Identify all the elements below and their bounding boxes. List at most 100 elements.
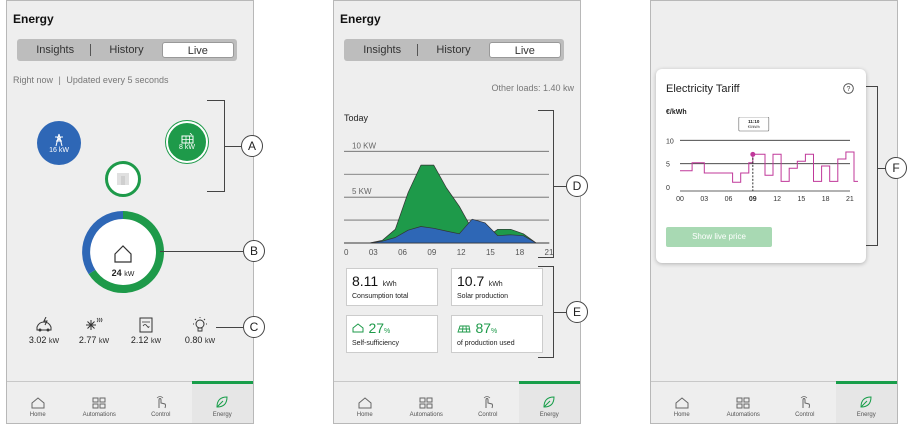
card-solar-production[interactable]: 10.7 kWh Solar production	[451, 268, 543, 306]
tooltip-price: €0/kWh	[748, 125, 760, 129]
x-tick-label: 12	[457, 248, 466, 257]
callout-a-leader	[225, 146, 241, 147]
nav-energy[interactable]: Energy	[191, 381, 253, 423]
load-air-conditioner-value: 2.77	[78, 335, 97, 345]
phone-tariff-view: Electricity Tariff ? €/kWh 0 5 10 11:10 €0/k…	[650, 0, 898, 424]
nav-automations[interactable]: Automations	[396, 382, 458, 423]
nav-energy-label: Energy	[212, 412, 232, 418]
phone-live-view: Energy Insights History Live Right now |…	[6, 0, 254, 424]
nav-automations-label: Automations	[82, 412, 116, 418]
nav-automations[interactable]: Automations	[69, 382, 131, 423]
grid-power-circle[interactable]: 16 kW	[37, 121, 81, 165]
self-sufficiency-unit: %	[384, 328, 391, 335]
tariff-ylabel: €/kWh	[666, 109, 687, 116]
x-tick-label: 12	[773, 196, 781, 203]
home-consumption-ring[interactable]	[80, 209, 166, 295]
tooltip-time: 11:10	[748, 119, 760, 124]
callout-f: F	[885, 157, 907, 179]
battery-circle[interactable]	[105, 161, 141, 197]
callout-b-leader	[160, 251, 243, 252]
water-heater-icon	[139, 317, 153, 333]
load-water-heater-unit: kW	[150, 338, 162, 345]
question-icon[interactable]: ?	[843, 83, 854, 94]
nav-energy[interactable]: Energy	[518, 381, 580, 423]
callout-a: A	[241, 135, 263, 157]
load-ev-charger[interactable]: 3.02 kW	[19, 317, 69, 345]
leaf-icon	[216, 396, 228, 408]
tab-history[interactable]: History	[91, 42, 161, 58]
x-tick-label: 15	[797, 196, 805, 203]
y-tick-label: 5 KW	[352, 187, 372, 196]
house-solar-icon	[117, 173, 129, 185]
callout-e-leader	[554, 312, 566, 313]
home-icon	[675, 397, 689, 409]
status-line: Right now | Updated every 5 seconds	[13, 75, 169, 85]
load-light[interactable]: 0.80 kW	[175, 317, 225, 345]
home-icon	[358, 397, 372, 409]
home-consumption-value-row: 24 kW	[100, 268, 146, 278]
x-tick-label: 06	[398, 248, 407, 257]
nav-automations-label: Automations	[726, 412, 760, 418]
tab-live[interactable]: Live	[161, 42, 234, 58]
nav-energy-label: Energy	[856, 412, 876, 418]
current-price-point	[750, 151, 756, 157]
callout-e-bracket	[538, 266, 554, 358]
leaf-icon	[860, 396, 872, 408]
consumption-unit: kWh	[382, 281, 397, 288]
load-air-conditioner[interactable]: 2.77 kW	[69, 317, 119, 345]
callout-d-leader	[554, 186, 566, 187]
callout-b: B	[243, 240, 265, 262]
tab-insights[interactable]: Insights	[20, 42, 90, 58]
load-water-heater[interactable]: 2.12 kW	[121, 317, 171, 345]
home-consumption-unit: kW	[124, 271, 135, 278]
electricity-tariff-card: Electricity Tariff ? €/kWh 0 5 10 11:10 €0/k…	[656, 69, 866, 263]
y-tick-label: 0	[666, 185, 670, 192]
y-tick-label: 10	[666, 138, 674, 145]
tab-history[interactable]: History	[418, 42, 488, 58]
power-pylon-icon	[55, 133, 63, 146]
x-tick-label: 03	[369, 248, 378, 257]
x-tick-label: 09	[427, 248, 436, 257]
grid-icon	[736, 397, 750, 409]
load-water-heater-value: 2.12	[130, 335, 149, 345]
x-tick-label: 15	[486, 248, 495, 257]
svg-text:?: ?	[847, 86, 851, 93]
tab-live[interactable]: Live	[488, 42, 561, 58]
nav-control-label: Control	[478, 412, 498, 418]
x-tick-label: 18	[822, 196, 830, 203]
today-energy-chart: 5 KW10 KW0003060912151821	[344, 141, 554, 257]
nav-home-label: Home	[29, 412, 46, 418]
self-sufficiency-value: 27	[368, 320, 385, 336]
callout-e: E	[566, 301, 588, 323]
nav-home[interactable]: Home	[651, 382, 713, 423]
solar-production-value: 10.7	[457, 273, 485, 289]
other-loads: Other loads: 1.40 kw	[491, 83, 574, 93]
nav-energy[interactable]: Energy	[835, 381, 897, 423]
nav-energy-label: Energy	[539, 412, 559, 418]
card-self-sufficiency[interactable]: 27% Self-sufficiency	[346, 315, 438, 353]
x-tick-label: 18	[515, 248, 524, 257]
callout-f-bracket	[866, 86, 878, 246]
nav-control[interactable]: Control	[457, 382, 519, 423]
x-tick-label: 00	[676, 196, 684, 203]
card-consumption-total[interactable]: 8.11 kWh Consumption total	[346, 268, 438, 306]
nav-automations[interactable]: Automations	[713, 382, 775, 423]
grid-icon	[419, 397, 433, 409]
callout-c: C	[243, 316, 265, 338]
nav-home[interactable]: Home	[334, 382, 396, 423]
tariff-chart: 0 5 10 11:10€0/kWh 00 03 06 09 12 15 18 21	[666, 117, 858, 203]
air-conditioner-icon	[86, 317, 103, 330]
show-live-price-button[interactable]: Show live price	[666, 227, 772, 247]
callout-c-leader	[216, 327, 243, 328]
nav-control[interactable]: Control	[130, 382, 192, 423]
x-tick-label: 00	[344, 248, 349, 257]
solar-production-label: Solar production	[457, 293, 508, 300]
tab-insights[interactable]: Insights	[347, 42, 417, 58]
hand-tap-icon	[156, 396, 166, 409]
solar-power-circle[interactable]: 8 kW	[166, 121, 208, 163]
consumption-label: Consumption total	[352, 293, 409, 300]
ev-charger-icon	[36, 317, 52, 332]
nav-home[interactable]: Home	[7, 382, 69, 423]
card-production-used[interactable]: 87% of production used	[451, 315, 543, 353]
nav-control[interactable]: Control	[774, 382, 836, 423]
